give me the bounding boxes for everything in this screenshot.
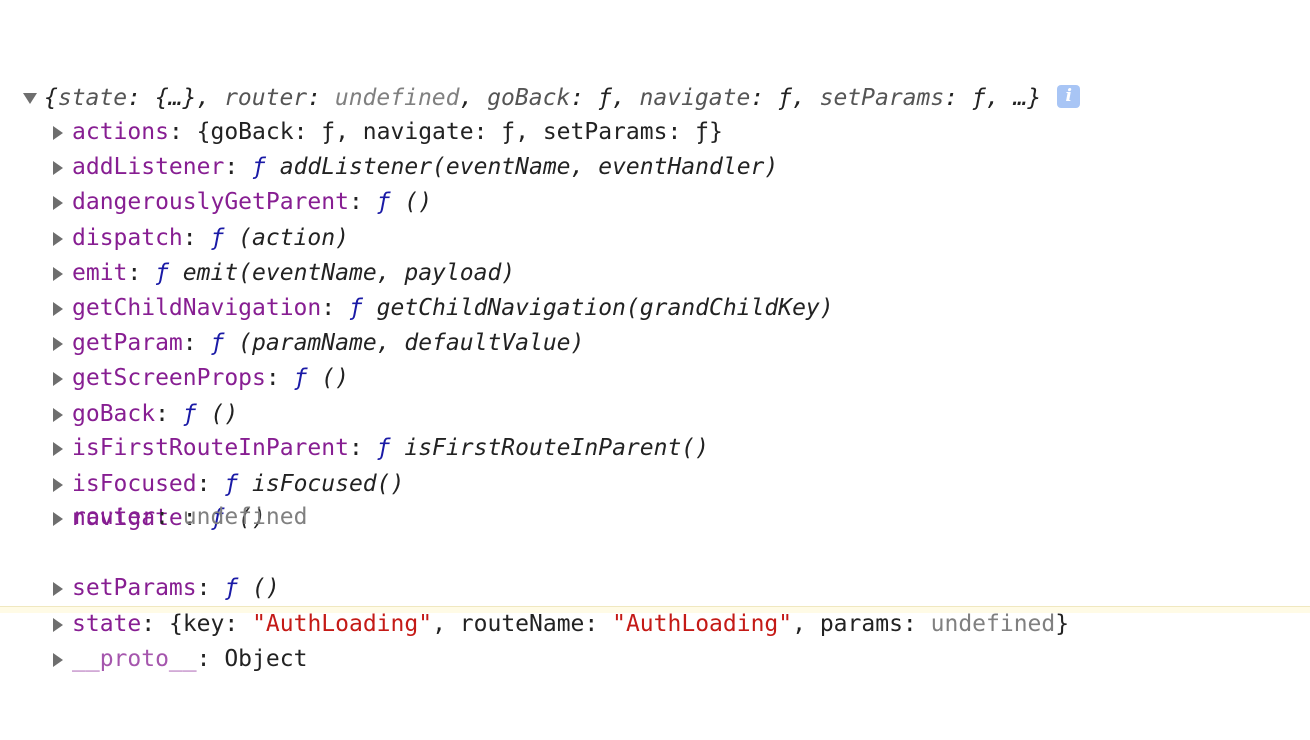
function-signature: isFocused() [238,471,405,497]
property-key: router [72,504,156,530]
info-icon[interactable]: i [1057,85,1081,108]
function-marker: ƒ [252,154,266,180]
triangle-right-icon[interactable] [52,498,70,596]
property-row-addlistener[interactable]: addListener: ƒ addListener(eventName, ev… [0,77,778,180]
function-marker: ƒ [224,471,239,497]
triangle-right-icon[interactable] [52,288,70,386]
triangle-right-icon[interactable] [52,324,70,422]
undefined-value: undefined [930,611,1056,637]
function-signature: emit(eventName, payload) [168,260,516,286]
triangle-right-icon[interactable] [52,534,70,632]
property-isfirstrouteinparent: isFirstRouteInParent: ƒ isFirstRouteInPa… [72,435,710,461]
property-row-setparams[interactable]: setParams: ƒ () [0,498,280,601]
triangle-right-icon[interactable] [52,358,70,456]
property-row-isfocused[interactable]: isFocused: ƒ isFocused() [0,394,404,497]
property-row-getchildnavigation[interactable]: getChildNavigation: ƒ getChildNavigation… [0,218,834,321]
triangle-right-icon[interactable] [52,394,70,492]
property-value: undefined [182,504,308,530]
property-row-getparam[interactable]: getParam: ƒ (paramName, defaultValue) [0,253,584,356]
devtools-console-object-tree: {state: {…}, router: undefined, goBack: … [0,0,1310,672]
function-signature: () [390,189,433,215]
property-row-isfirstrouteinparent[interactable]: isFirstRouteInParent: ƒ isFirstRouteInPa… [0,358,709,461]
property-router: router: undefined [72,504,308,530]
function-marker: ƒ [376,189,391,215]
property-key: state [72,611,142,637]
property-row-getscreenprops[interactable]: getScreenProps: ƒ () [0,288,349,391]
function-marker: ƒ [182,401,197,427]
triangle-right-icon[interactable] [52,112,70,210]
property-row-goback[interactable]: goBack: ƒ () [0,324,238,427]
property-getparam: getParam: ƒ (paramName, defaultValue) [72,330,585,356]
property-row-proto[interactable]: __proto__: Object [0,569,307,672]
function-signature: isFirstRouteInParent() [390,435,710,461]
property-row-dangerouslygetparent[interactable]: dangerouslyGetParent: ƒ () [0,112,432,215]
property-row-emit[interactable]: emit: ƒ emit(eventName, payload) [0,183,515,286]
function-marker: ƒ [210,330,225,356]
property-value: Object [224,646,308,672]
triangle-right-icon[interactable] [52,183,70,281]
function-marker: ƒ [155,260,169,286]
function-marker: ƒ [348,295,363,321]
property-row-dispatch[interactable]: dispatch: ƒ (action) [0,148,349,251]
object-summary: {state: {…}, router: undefined, goBack: … [44,80,1081,116]
function-marker: ƒ [376,435,391,461]
function-marker: ƒ [224,575,239,601]
property-value: {goBack: ƒ, navigate: ƒ, setParams: ƒ} [196,119,723,145]
property-actions: actions: {goBack: ƒ, navigate: ƒ, setPar… [72,119,723,145]
function-signature: () [196,401,239,427]
property-emit: emit: ƒ emit(eventName, payload) [72,260,516,286]
triangle-right-icon[interactable] [52,218,70,316]
property-proto: __proto__: Object [72,646,308,672]
function-marker: ƒ [210,225,225,251]
property-getchildnavigation: getChildNavigation: ƒ getChildNavigation… [72,295,834,321]
property-row-actions[interactable]: actions: {goBack: ƒ, navigate: ƒ, setPar… [0,42,723,145]
triangle-right-icon[interactable] [52,148,70,246]
object-summary-row[interactable]: {state: {…}, router: undefined, goBack: … [0,8,1081,111]
triangle-right-icon[interactable] [52,428,70,526]
triangle-right-icon[interactable] [52,77,70,175]
triangle-right-icon[interactable] [52,253,70,351]
function-signature: (action) [224,225,349,251]
function-signature: addListener(eventName, eventHandler) [265,154,779,180]
property-addlistener: addListener: ƒ addListener(eventName, ev… [72,154,779,180]
string-value: "AuthLoading" [612,611,793,637]
triangle-down-icon[interactable] [22,8,40,104]
property-row-router: router: undefined [0,463,307,530]
triangle-right-icon[interactable] [52,42,70,140]
property-row-state[interactable]: state: {key: "AuthLoading", routeName: "… [0,534,1069,637]
triangle-right-icon[interactable] [52,569,70,667]
string-value: "AuthLoading" [252,611,433,637]
property-key: __proto__ [72,646,197,672]
function-signature: (paramName, defaultValue) [224,330,585,356]
function-signature: () [238,575,280,601]
function-signature: getChildNavigation(grandChildKey) [362,295,834,321]
property-row-navigate[interactable]: navigate: ƒ () [0,428,266,531]
function-signature: () [307,365,349,391]
function-marker: ƒ [293,365,308,391]
